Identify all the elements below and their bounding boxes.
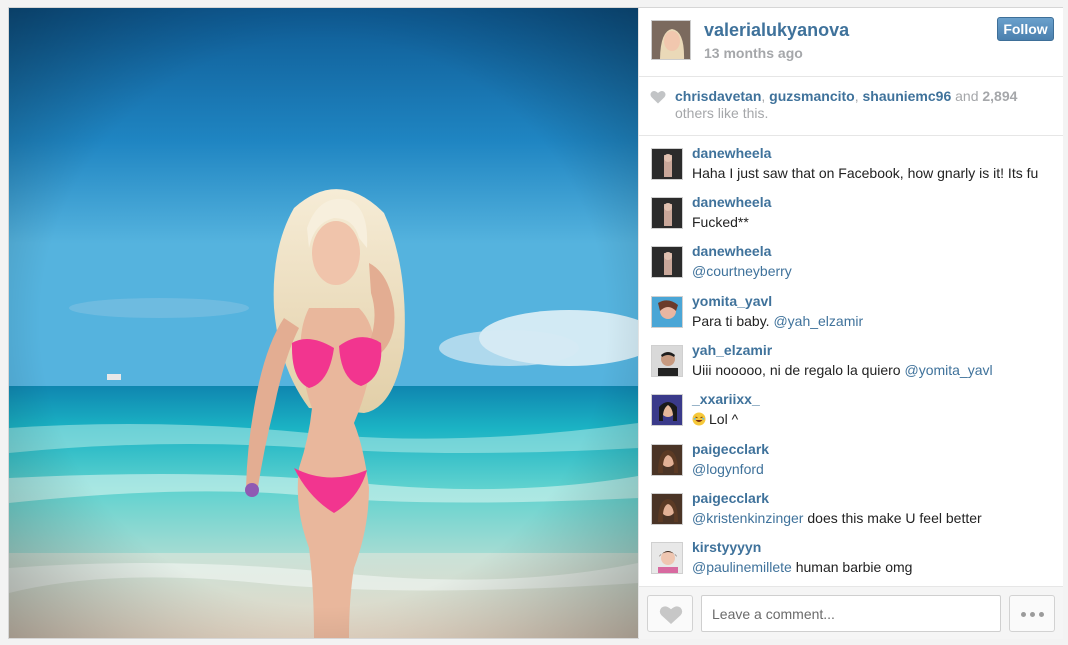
comment-mention[interactable]: @paulinemillete	[692, 559, 792, 575]
liker-username[interactable]: chrisdavetan	[675, 88, 761, 104]
comment-text: Lol ^	[692, 411, 738, 427]
comment-item: danewheela Fucked**	[639, 194, 1063, 240]
comment-text: Fucked**	[692, 214, 749, 230]
comment-body: Uiii nooooo, ni de regalo la quiero	[692, 362, 905, 378]
commenter-avatar[interactable]	[651, 197, 683, 229]
commenter-avatar[interactable]	[651, 444, 683, 476]
comment-text: @courtneyberry	[692, 263, 792, 279]
comment-mention[interactable]: @courtneyberry	[692, 263, 792, 279]
heart-icon	[650, 91, 666, 104]
comment-body: Lol ^	[709, 411, 739, 427]
post-photo[interactable]	[9, 8, 638, 638]
laughing-emoji-icon	[692, 412, 706, 426]
author-username[interactable]: valerialukyanova	[704, 20, 849, 41]
commenter-username[interactable]: danewheela	[692, 194, 771, 210]
comment-body: Fucked**	[692, 214, 749, 230]
comment-item: paigecclark @kristenkinzinger does this …	[639, 490, 1063, 536]
commenter-avatar[interactable]	[651, 394, 683, 426]
more-options-icon	[1039, 612, 1044, 617]
comment-text: Haha I just saw that on Facebook, how gn…	[692, 165, 1038, 181]
like-button[interactable]	[647, 595, 693, 632]
likes-summary: chrisdavetan, guzsmancito, shauniemc96 a…	[675, 88, 1055, 122]
comment-mention[interactable]: @logynford	[692, 461, 764, 477]
commenter-avatar[interactable]	[651, 542, 683, 574]
comment-text: @paulinemillete human barbie omg	[692, 559, 912, 575]
commenter-avatar-image	[652, 445, 682, 475]
liker-separator: ,	[854, 88, 863, 104]
comment-mention[interactable]: @yah_elzamir	[773, 313, 863, 329]
comment-text: Uiii nooooo, ni de regalo la quiero @yom…	[692, 362, 993, 378]
comment-footer	[639, 586, 1063, 639]
comment-body: does this make U feel better	[803, 510, 982, 526]
commenter-avatar-image	[652, 247, 682, 277]
comment-text: Para ti baby. @yah_elzamir	[692, 313, 863, 329]
comment-body: human barbie omg	[791, 559, 913, 575]
comment-item: _xxariixx_ Lol ^	[639, 391, 1063, 437]
likes-section: chrisdavetan, guzsmancito, shauniemc96 a…	[639, 77, 1063, 136]
comment-item: kirstyyyyn @paulinemillete human barbie …	[639, 539, 1063, 585]
commenter-avatar[interactable]	[651, 493, 683, 525]
liker-username[interactable]: shauniemc96	[863, 88, 952, 104]
more-options-icon	[1030, 612, 1035, 617]
liker-username[interactable]: guzsmancito	[769, 88, 855, 104]
comment-mention[interactable]: @yomita_yavl	[904, 362, 992, 378]
commenter-avatar-image	[652, 346, 682, 376]
commenter-avatar-image	[652, 543, 682, 573]
commenter-avatar[interactable]	[651, 148, 683, 180]
post-timestamp: 13 months ago	[704, 45, 803, 61]
comment-text: @logynford	[692, 461, 764, 477]
post-sidebar: valerialukyanova 13 months ago Follow ch…	[638, 8, 1063, 639]
commenter-avatar-image	[652, 297, 682, 327]
likes-suffix: others like this.	[675, 105, 769, 121]
commenter-avatar-image	[652, 494, 682, 524]
commenter-username[interactable]: yah_elzamir	[692, 342, 772, 358]
likes-count: 2,894	[982, 88, 1018, 104]
commenter-username[interactable]: yomita_yavl	[692, 293, 772, 309]
comment-item: paigecclark @logynford	[639, 441, 1063, 487]
more-options-icon	[1021, 612, 1026, 617]
commenter-avatar[interactable]	[651, 246, 683, 278]
commenter-avatar-image	[652, 198, 682, 228]
beach-photo-image	[9, 8, 638, 638]
more-options-button[interactable]	[1009, 595, 1055, 632]
commenter-avatar[interactable]	[651, 296, 683, 328]
post-header: valerialukyanova 13 months ago Follow	[639, 8, 1063, 77]
commenter-username[interactable]: danewheela	[692, 243, 771, 259]
comment-body: Para ti baby.	[692, 313, 774, 329]
commenter-avatar[interactable]	[651, 345, 683, 377]
heart-icon	[659, 606, 683, 624]
comment-item: danewheela Haha I just saw that on Faceb…	[639, 145, 1063, 191]
commenter-avatar-image	[652, 149, 682, 179]
comment-input[interactable]	[701, 595, 1001, 632]
comment-text: @kristenkinzinger does this make U feel …	[692, 510, 982, 526]
comment-body: Haha I just saw that on Facebook, how gn…	[692, 165, 1039, 181]
follow-button[interactable]: Follow	[997, 17, 1054, 41]
comment-item: yomita_yavl Para ti baby. @yah_elzamir	[639, 293, 1063, 339]
liker-separator: ,	[761, 88, 770, 104]
commenter-username[interactable]: paigecclark	[692, 490, 769, 506]
commenter-username[interactable]: _xxariixx_	[692, 391, 760, 407]
author-avatar[interactable]	[651, 20, 691, 60]
commenter-username[interactable]: kirstyyyyn	[692, 539, 761, 555]
comment-item: danewheela @courtneyberry	[639, 243, 1063, 289]
post-modal: valerialukyanova 13 months ago Follow ch…	[8, 7, 1063, 639]
commenter-username[interactable]: danewheela	[692, 145, 771, 161]
comment-item: yah_elzamir Uiii nooooo, ni de regalo la…	[639, 342, 1063, 388]
commenter-avatar-image	[652, 395, 682, 425]
commenter-username[interactable]: paigecclark	[692, 441, 769, 457]
likes-and-text: and	[951, 88, 983, 104]
author-avatar-image	[652, 21, 690, 59]
comment-mention[interactable]: @kristenkinzinger	[692, 510, 803, 526]
